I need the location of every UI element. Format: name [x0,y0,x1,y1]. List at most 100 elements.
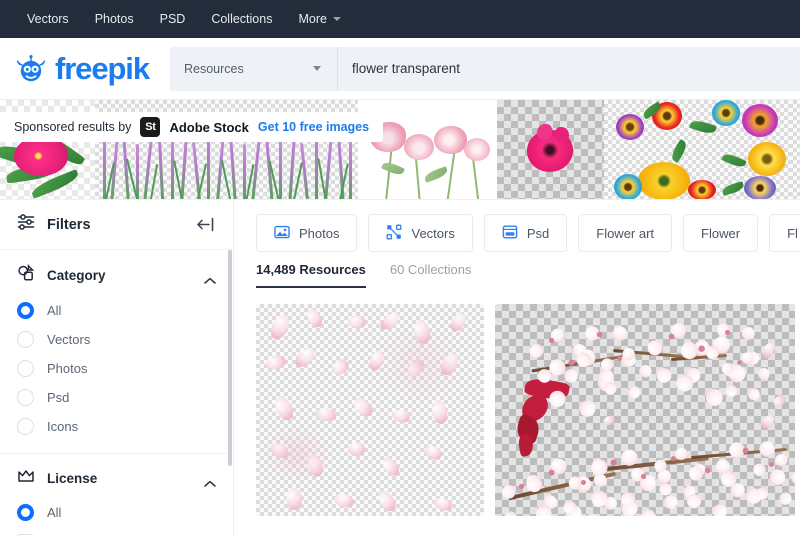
image-icon [274,224,290,243]
tab-resources[interactable]: 14,489 Resources [256,262,366,288]
decor-poppy [434,126,467,154]
ad-thumb-partial-edge[interactable] [789,100,800,199]
decor-poppy [404,134,434,160]
filter-option-category-vectors[interactable]: Vectors [0,325,233,354]
decor-gerbera [748,142,786,176]
result-card-falling-petals[interactable] [256,304,484,516]
chip-vectors[interactable]: Vectors [368,214,473,252]
shapes-icon [17,263,35,287]
filter-option-label: All [47,505,62,520]
brand-wordmark: freepik [55,51,150,86]
filter-option-category-all[interactable]: All [0,296,233,325]
chip-flower[interactable]: Flower [683,214,759,252]
radio-unselected-icon[interactable] [17,389,34,406]
brand-logo-link[interactable]: freepik [0,52,170,86]
filter-option-label: Photos [47,361,88,376]
tab-collections[interactable]: 60 Collections [390,262,472,288]
filter-group-license-left: License [17,468,97,489]
filter-option-label: Vectors [47,332,91,347]
filter-group-category-header[interactable]: Category [0,263,233,287]
filter-group-license-header[interactable]: License [0,468,233,489]
chip-label: Flower art [596,225,655,241]
radio-unselected-icon[interactable] [17,331,34,348]
chip-psd[interactable]: Psd [483,214,568,252]
filters-header: Filters [0,200,233,250]
search-scope-label: Resources [184,61,244,76]
filter-group-category: Category All Vectors Photos Psd Icons [0,250,233,454]
decor-poppy [464,138,490,161]
adobe-stock-name: Adobe Stock [169,119,249,135]
sliders-icon [17,213,35,236]
sidebar-scrollbar[interactable] [228,250,232,466]
freepik-robot-logo-icon [14,52,48,86]
chevron-up-icon [204,475,216,487]
topnav-item-collections[interactable]: Collections [198,0,285,38]
search-input[interactable] [338,46,800,91]
filter-option-category-psd[interactable]: Psd [0,383,233,412]
decor-gerbera [744,176,776,199]
filter-option-license-all[interactable]: All [0,498,233,527]
chip-photos[interactable]: Photos [256,214,358,252]
chip-truncated[interactable]: Fl [769,214,800,252]
psd-file-icon [502,224,518,243]
filter-option-label: Free [46,534,73,536]
filters-header-left: Filters [17,213,91,236]
decor-hibiscus [14,136,68,176]
filter-group-license-title: License [47,471,98,486]
filters-title: Filters [47,216,91,233]
radio-selected-icon[interactable] [17,302,34,319]
vector-nodes-icon [386,224,402,243]
chevron-down-icon [313,66,321,71]
ad-thumb-magenta-anemone[interactable] [497,100,604,199]
topnav-item-psd[interactable]: PSD [147,0,199,38]
crown-icon [17,468,35,489]
decor-gerbera [688,180,716,199]
chip-label: Fl [787,225,798,241]
filter-option-license-free[interactable]: Free [0,527,233,536]
chip-label: Psd [526,225,550,241]
adobe-stock-badge-icon: St [140,117,161,137]
get-free-images-link[interactable]: Get 10 free images [258,120,369,134]
sponsored-label-text: Sponsored results by [14,120,132,134]
filter-option-label: Psd [47,390,70,405]
topnav-item-photos[interactable]: Photos [82,0,147,38]
filter-group-license: License All Free [0,454,233,536]
filter-group-category-title: Category [47,268,106,283]
chevron-up-icon [204,272,216,284]
radio-selected-icon[interactable] [17,504,34,521]
checkbox-unchecked-icon[interactable] [17,533,33,536]
decor-gerbera [742,104,778,137]
topnav-item-more[interactable]: More [285,12,353,26]
site-header: freepik Resources [0,38,800,100]
chip-label: Flower [701,225,741,241]
filter-option-label: All [47,303,62,318]
sponsored-results-banner: Sponsored results by St Adobe Stock Get … [0,100,800,200]
filter-option-category-icons[interactable]: Icons [0,412,233,441]
decor-gerbera [616,114,644,140]
search-scope-select[interactable]: Resources [170,46,338,91]
radio-unselected-icon[interactable] [17,360,34,377]
top-navigation-bar: Vectors Photos PSD Collections More [0,0,800,38]
filter-option-label: Icons [47,419,79,434]
chip-label: Photos [299,225,340,241]
results-panel: Photos Vectors Psd Flower art Flower Fl … [234,200,800,536]
chevron-down-icon [332,17,341,21]
filter-option-category-photos[interactable]: Photos [0,354,233,383]
chip-label: Vectors [411,225,455,241]
freepik-search-page: Vectors Photos PSD Collections More free… [0,0,800,550]
decor-gerbera [712,100,740,126]
ad-thumb-colorful-gerbera-frame[interactable] [604,100,789,199]
topnav-more-label: More [298,12,327,26]
collapse-panel-left-icon[interactable] [196,217,215,232]
filter-chips-row: Photos Vectors Psd Flower art Flower Fl [234,200,800,258]
filters-sidebar: Filters Category All Vectors Photos Psd … [0,200,234,536]
decor-gerbera [638,162,690,199]
chip-flower-art[interactable]: Flower art [578,214,673,252]
decor-gerbera [614,174,642,199]
result-card-cherry-blossom-branch[interactable] [495,304,795,516]
radio-unselected-icon[interactable] [17,418,34,435]
topnav-item-vectors[interactable]: Vectors [14,0,82,38]
results-grid [234,288,800,516]
results-tabs: 14,489 Resources 60 Collections [234,258,800,288]
filter-group-category-left: Category [17,263,106,287]
